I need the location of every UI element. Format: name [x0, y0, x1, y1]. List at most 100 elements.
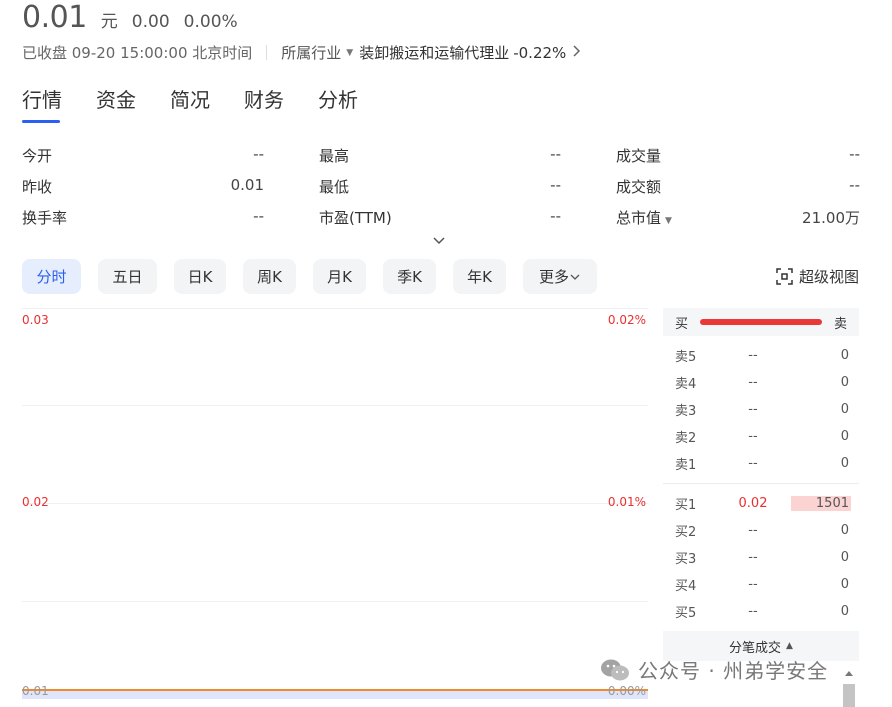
stat-volume: 成交量 -- [616, 145, 860, 166]
period-quarterly-k[interactable]: 季K [383, 259, 436, 294]
period-daily-k[interactable]: 日K [174, 259, 226, 294]
volume-band [22, 691, 648, 699]
period-5day[interactable]: 五日 [98, 259, 157, 294]
super-view-button[interactable]: 超级视图 [776, 266, 859, 287]
level-price: -- [748, 604, 758, 619]
stat-label: 换手率 [22, 209, 68, 227]
watermark-text: 公众号 · 州弟学安全 [638, 659, 829, 683]
stat-value: 0.01 [230, 176, 264, 194]
chevron-down-icon[interactable] [569, 271, 581, 283]
stat-value: -- [849, 176, 860, 194]
level-price: 0.02 [738, 496, 768, 511]
bid-levels: 买1 0.02 1501 买2 -- 0 买3 -- 0 买4 -- 0 买5 … [663, 484, 859, 631]
level-volume: 0 [840, 375, 849, 390]
stat-value: 21.00万 [802, 209, 860, 227]
level-label: 买1 [675, 498, 697, 513]
stat-label: 最高 [319, 147, 350, 165]
period-weekly-k[interactable]: 周K [243, 259, 296, 294]
period-monthly-k[interactable]: 月K [313, 259, 366, 294]
bid-row: 买4 -- 0 [663, 571, 859, 598]
level-label: 卖2 [675, 431, 697, 446]
level-price: -- [748, 550, 758, 565]
bid-row: 买3 -- 0 [663, 544, 859, 571]
tab-profile[interactable]: 简况 [170, 84, 210, 123]
level-label: 买5 [675, 606, 697, 621]
order-book-header: 买 卖 [663, 308, 859, 336]
bid-row: 买2 -- 0 [663, 517, 859, 544]
expand-chevron-icon[interactable] [432, 233, 446, 247]
period-selector: 分时 五日 日K 周K 月K 季K 年K 更多 [22, 259, 614, 294]
tick-trades-label[interactable]: 分笔成交 [729, 637, 781, 656]
level-price: -- [748, 456, 758, 471]
level-volume: 0 [840, 348, 849, 363]
y-axis-right-tick: 0.01% [607, 495, 646, 509]
more-label[interactable]: 更多 [539, 266, 569, 287]
level-volume: 1501 [815, 496, 849, 511]
stat-market-cap[interactable]: 总市值 ▼ 21.00万 [616, 207, 860, 228]
level-label: 卖5 [675, 350, 697, 365]
period-more[interactable]: 更多 [523, 259, 597, 294]
level-price: -- [748, 375, 758, 390]
level-price: -- [748, 348, 758, 363]
level-price: -- [748, 523, 758, 538]
wechat-icon [601, 659, 629, 680]
ask-row: 卖1 -- 0 [663, 450, 859, 477]
level-price: -- [748, 577, 758, 592]
market-status: 已收盘 09-20 15:00:00 北京时间 [22, 44, 253, 62]
stat-label: 成交额 [616, 178, 662, 196]
fullscreen-icon [776, 268, 793, 285]
stat-label[interactable]: 总市值 ▼ [616, 207, 672, 228]
super-view-label[interactable]: 超级视图 [799, 266, 859, 287]
stat-pe: 市盈(TTM) -- [319, 207, 616, 228]
intraday-chart[interactable]: 0.03 0.02% 0.02 0.01% 0.01 0.00% [22, 308, 648, 707]
stat-label: 最低 [319, 178, 350, 196]
price-line [22, 689, 648, 691]
level-volume: 0 [840, 577, 849, 592]
caret-up-icon[interactable]: ▲ [786, 641, 793, 651]
stat-prev-close: 昨收 0.01 [22, 176, 319, 197]
period-intraday[interactable]: 分时 [22, 259, 81, 294]
price-change-pct: 0.00% [183, 12, 238, 32]
stat-label: 今开 [22, 147, 53, 165]
level-volume: 0 [840, 604, 849, 619]
market-cap-label[interactable]: 总市值 [616, 209, 661, 227]
industry-name[interactable]: 装卸搬运和运输代理业 [359, 42, 509, 63]
ask-levels: 卖5 -- 0 卖4 -- 0 卖3 -- 0 卖2 -- 0 卖1 -- 0 [663, 336, 859, 483]
grid-line [22, 308, 648, 309]
price-unit: 元 [100, 12, 118, 32]
ask-row: 卖4 -- 0 [663, 369, 859, 396]
level-volume: 0 [840, 402, 849, 417]
ask-row: 卖5 -- 0 [663, 342, 859, 369]
stat-value: -- [550, 176, 561, 194]
industry-change[interactable]: -0.22% [513, 44, 566, 62]
caret-down-icon[interactable]: ▼ [346, 48, 353, 58]
stat-value: -- [849, 145, 860, 163]
period-yearly-k[interactable]: 年K [453, 259, 506, 294]
y-axis-left-tick: 0.03 [22, 313, 49, 327]
sell-label: 卖 [833, 316, 847, 332]
stat-value: -- [253, 145, 264, 163]
level-volume: 0 [840, 456, 849, 471]
level-volume: 0 [840, 429, 849, 444]
tab-finance[interactable]: 财务 [244, 84, 284, 123]
quote-header: 0.01 元 0.00 0.00% [22, 0, 238, 36]
stat-low: 最低 -- [319, 176, 616, 197]
caret-down-icon[interactable]: ▼ [665, 216, 672, 226]
tab-quote[interactable]: 行情 [22, 84, 62, 123]
chevron-right-icon[interactable] [572, 44, 581, 61]
scrollbar[interactable] [839, 664, 859, 707]
level-label: 买3 [675, 552, 697, 567]
stat-label: 成交量 [616, 147, 662, 165]
main-tabs: 行情 资金 简况 财务 分析 [22, 84, 392, 123]
divider [266, 45, 268, 60]
price-change: 0.00 [131, 12, 170, 32]
stat-amount: 成交额 -- [616, 176, 860, 197]
stat-label: 昨收 [22, 178, 53, 196]
ask-row: 卖3 -- 0 [663, 396, 859, 423]
industry-label[interactable]: 所属行业 [281, 42, 341, 63]
tab-analysis[interactable]: 分析 [318, 84, 358, 123]
level-volume: 0 [840, 550, 849, 565]
y-axis-right-tick: 0.00% [607, 684, 646, 698]
y-axis-left-tick: 0.01 [22, 684, 49, 698]
tab-capital[interactable]: 资金 [96, 84, 136, 123]
